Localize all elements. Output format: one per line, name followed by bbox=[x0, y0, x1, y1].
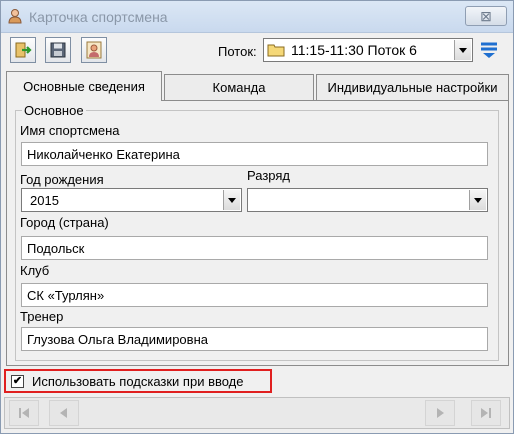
last-record-button[interactable] bbox=[471, 400, 501, 426]
birth-year-select[interactable]: 2015 bbox=[21, 188, 242, 212]
prev-record-button[interactable] bbox=[49, 400, 79, 426]
stream-select[interactable]: 11:15-11:30 Поток 6 bbox=[263, 38, 473, 62]
birth-year-value: 2015 bbox=[30, 192, 59, 208]
next-record-button[interactable] bbox=[425, 400, 455, 426]
stream-label: Поток: bbox=[218, 44, 257, 59]
tab-strip: Основные сведения Команда Индивидуальные… bbox=[1, 71, 513, 101]
save-icon bbox=[50, 42, 66, 58]
last-record-icon bbox=[481, 408, 491, 418]
input-hints-checkbox[interactable]: ✔ bbox=[11, 375, 24, 388]
athlete-profile-button[interactable] bbox=[81, 37, 107, 63]
chevron-down-icon bbox=[228, 197, 236, 203]
prev-record-icon bbox=[60, 408, 67, 418]
exit-icon bbox=[15, 42, 32, 58]
input-hints-label[interactable]: Использовать подсказки при вводе bbox=[32, 374, 244, 389]
folder-icon bbox=[267, 44, 285, 57]
coach-label: Тренер bbox=[20, 309, 64, 324]
title-bar: Карточка спортсмена ⊠ bbox=[1, 1, 513, 33]
save-button[interactable] bbox=[45, 37, 71, 63]
rank-select[interactable] bbox=[247, 188, 488, 212]
name-label: Имя спортсмена bbox=[20, 123, 120, 138]
chevron-down-icon bbox=[459, 47, 467, 53]
city-field[interactable]: Подольск bbox=[21, 236, 488, 260]
group-title: Основное bbox=[22, 103, 86, 118]
club-field[interactable]: СК «Турлян» bbox=[21, 283, 488, 307]
window-title: Карточка спортсмена bbox=[29, 9, 168, 25]
rank-label: Разряд bbox=[247, 168, 290, 183]
rank-dropdown-button[interactable] bbox=[469, 190, 486, 210]
record-navigator bbox=[4, 397, 510, 429]
city-label: Город (страна) bbox=[20, 215, 109, 230]
person-card-icon bbox=[86, 41, 102, 59]
athlete-card-window: Карточка спортсмена ⊠ Поток: 11:15-11:30… bbox=[0, 0, 514, 434]
tab-main-info[interactable]: Основные сведения bbox=[6, 71, 162, 101]
birth-year-label: Год рождения bbox=[20, 172, 104, 187]
chevron-down-icon bbox=[474, 197, 482, 203]
filter-icon[interactable] bbox=[478, 40, 500, 60]
stream-dropdown-button[interactable] bbox=[454, 40, 471, 60]
user-icon bbox=[8, 9, 22, 24]
tab-panel-main-info: Основное Имя спортсмена Николайченко Ека… bbox=[6, 100, 509, 366]
toolbar: Поток: 11:15-11:30 Поток 6 bbox=[1, 33, 513, 69]
birth-year-dropdown-button[interactable] bbox=[223, 190, 240, 210]
coach-field[interactable]: Глузова Ольга Владимировна bbox=[21, 327, 488, 351]
close-button[interactable]: ⊠ bbox=[465, 6, 507, 26]
tab-team[interactable]: Команда bbox=[164, 74, 314, 100]
stream-value: 11:15-11:30 Поток 6 bbox=[291, 42, 417, 58]
main-group-box: Основное Имя спортсмена Николайченко Ека… bbox=[15, 103, 499, 361]
next-record-icon bbox=[437, 408, 444, 418]
close-icon: ⊠ bbox=[480, 7, 492, 24]
input-hints-option: ✔ Использовать подсказки при вводе bbox=[4, 369, 272, 393]
club-label: Клуб bbox=[20, 263, 50, 278]
name-field[interactable]: Николайченко Екатерина bbox=[21, 142, 488, 166]
first-record-button[interactable] bbox=[9, 400, 39, 426]
first-record-icon bbox=[19, 408, 29, 418]
tab-individual-settings[interactable]: Индивидуальные настройки bbox=[316, 74, 509, 100]
exit-button[interactable] bbox=[10, 37, 36, 63]
